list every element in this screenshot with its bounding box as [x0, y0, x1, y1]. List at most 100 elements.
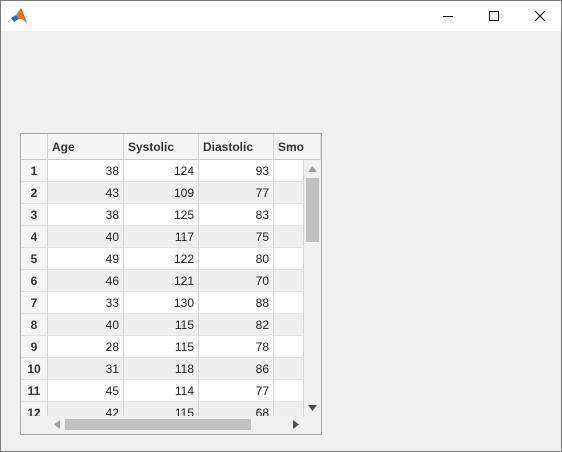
column-header-diastolic[interactable]: Diastolic: [199, 134, 274, 160]
cell-diastolic[interactable]: 80: [199, 248, 274, 270]
cell-age[interactable]: 43: [48, 182, 124, 204]
cell-systolic[interactable]: 121: [124, 270, 199, 292]
table-row[interactable]: 12 42 115 68: [21, 402, 304, 416]
cell-systolic[interactable]: 125: [124, 204, 199, 226]
cell-age[interactable]: 31: [48, 358, 124, 380]
close-button[interactable]: [517, 1, 561, 31]
cell-diastolic[interactable]: 86: [199, 358, 274, 380]
vertical-scroll-thumb[interactable]: [306, 178, 319, 242]
cell-diastolic[interactable]: 68: [199, 402, 274, 416]
cell-age[interactable]: 28: [48, 336, 124, 358]
column-header-systolic[interactable]: Systolic: [124, 134, 199, 160]
scroll-right-button[interactable]: [287, 416, 304, 433]
table-row[interactable]: 9 28 115 78: [21, 336, 304, 358]
row-header[interactable]: 12: [21, 402, 48, 416]
cell-diastolic[interactable]: 93: [199, 160, 274, 182]
cell-age[interactable]: 46: [48, 270, 124, 292]
horizontal-scroll-thumb[interactable]: [65, 419, 251, 430]
cell-smoker[interactable]: [274, 270, 304, 292]
table-row[interactable]: 5 49 122 80: [21, 248, 304, 270]
cell-systolic[interactable]: 115: [124, 336, 199, 358]
column-header-smoker[interactable]: Smo: [274, 134, 321, 160]
arrow-left-icon: [53, 420, 60, 429]
data-table[interactable]: Age Systolic Diastolic Smo 1 38 124 93 2 43 10…: [20, 133, 322, 435]
table-header: Age Systolic Diastolic Smo: [21, 134, 321, 160]
arrow-up-icon: [308, 165, 317, 172]
cell-smoker[interactable]: [274, 160, 304, 182]
cell-systolic[interactable]: 122: [124, 248, 199, 270]
row-header[interactable]: 1: [21, 160, 48, 182]
cell-systolic[interactable]: 118: [124, 358, 199, 380]
cell-systolic[interactable]: 109: [124, 182, 199, 204]
cell-diastolic[interactable]: 77: [199, 380, 274, 402]
cell-diastolic[interactable]: 83: [199, 204, 274, 226]
table-row[interactable]: 2 43 109 77: [21, 182, 304, 204]
cell-diastolic[interactable]: 78: [199, 336, 274, 358]
cell-smoker[interactable]: [274, 402, 304, 416]
horizontal-scrollbar[interactable]: [48, 416, 304, 433]
row-header[interactable]: 9: [21, 336, 48, 358]
cell-age[interactable]: 45: [48, 380, 124, 402]
cell-age[interactable]: 40: [48, 314, 124, 336]
cell-smoker[interactable]: [274, 336, 304, 358]
row-header[interactable]: 3: [21, 204, 48, 226]
cell-age[interactable]: 42: [48, 402, 124, 416]
table-row[interactable]: 4 40 117 75: [21, 226, 304, 248]
cell-smoker[interactable]: [274, 204, 304, 226]
cell-smoker[interactable]: [274, 226, 304, 248]
cell-systolic[interactable]: 124: [124, 160, 199, 182]
cell-smoker[interactable]: [274, 314, 304, 336]
row-header[interactable]: 8: [21, 314, 48, 336]
minimize-icon: [443, 16, 453, 17]
cell-age[interactable]: 38: [48, 204, 124, 226]
scroll-left-button[interactable]: [48, 416, 65, 433]
row-header[interactable]: 2: [21, 182, 48, 204]
cell-systolic[interactable]: 114: [124, 380, 199, 402]
table-row[interactable]: 3 38 125 83: [21, 204, 304, 226]
table-row[interactable]: 7 33 130 88: [21, 292, 304, 314]
table-row[interactable]: 1 38 124 93: [21, 160, 304, 182]
row-header[interactable]: 10: [21, 358, 48, 380]
cell-diastolic[interactable]: 77: [199, 182, 274, 204]
table-row[interactable]: 6 46 121 70: [21, 270, 304, 292]
cell-systolic[interactable]: 115: [124, 314, 199, 336]
table-body: 1 38 124 93 2 43 109 77 3 38 125 83 4 40 117 75 5 49 122 80…: [21, 160, 304, 416]
cell-age[interactable]: 38: [48, 160, 124, 182]
minimize-button[interactable]: [425, 1, 471, 31]
arrow-down-icon: [308, 404, 317, 411]
maximize-icon: [489, 11, 499, 21]
cell-smoker[interactable]: [274, 292, 304, 314]
scrollbar-corner: [304, 416, 321, 433]
table-row[interactable]: 11 45 114 77: [21, 380, 304, 402]
cell-age[interactable]: 49: [48, 248, 124, 270]
column-header-age[interactable]: Age: [48, 134, 124, 160]
cell-diastolic[interactable]: 82: [199, 314, 274, 336]
cell-smoker[interactable]: [274, 182, 304, 204]
cell-diastolic[interactable]: 70: [199, 270, 274, 292]
cell-age[interactable]: 33: [48, 292, 124, 314]
maximize-button[interactable]: [471, 1, 517, 31]
table-row[interactable]: 10 31 118 86: [21, 358, 304, 380]
row-header[interactable]: 7: [21, 292, 48, 314]
cell-systolic[interactable]: 117: [124, 226, 199, 248]
row-header[interactable]: 4: [21, 226, 48, 248]
cell-systolic[interactable]: 130: [124, 292, 199, 314]
cell-smoker[interactable]: [274, 358, 304, 380]
app-window: Age Systolic Diastolic Smo 1 38 124 93 2 43 10…: [0, 0, 562, 452]
scroll-down-button[interactable]: [304, 399, 321, 416]
arrow-right-icon: [292, 420, 299, 429]
cell-diastolic[interactable]: 88: [199, 292, 274, 314]
cell-age[interactable]: 40: [48, 226, 124, 248]
row-header[interactable]: 11: [21, 380, 48, 402]
cell-diastolic[interactable]: 75: [199, 226, 274, 248]
corner-header-cell: [21, 134, 48, 160]
cell-smoker[interactable]: [274, 248, 304, 270]
scroll-up-button[interactable]: [304, 160, 321, 177]
row-header[interactable]: 5: [21, 248, 48, 270]
title-bar[interactable]: [1, 1, 561, 31]
row-header[interactable]: 6: [21, 270, 48, 292]
cell-systolic[interactable]: 115: [124, 402, 199, 416]
cell-smoker[interactable]: [274, 380, 304, 402]
vertical-scrollbar[interactable]: [304, 160, 321, 416]
table-row[interactable]: 8 40 115 82: [21, 314, 304, 336]
